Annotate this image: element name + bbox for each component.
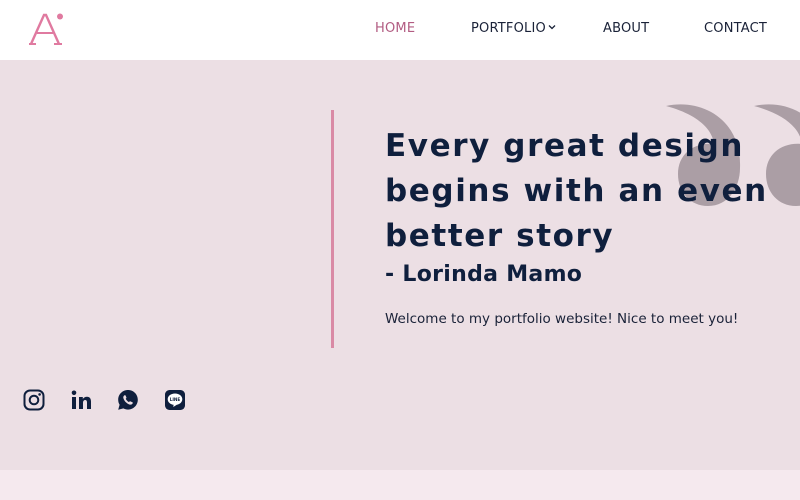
svg-text:LINE: LINE [170,397,181,402]
headline-line: begins with an even [385,173,768,209]
quote-author: - Lorinda Mamo [385,262,583,287]
line-icon[interactable]: LINE [163,388,187,412]
headline-line: Every great design [385,128,745,164]
whatsapp-icon[interactable] [116,388,140,412]
nav-home[interactable]: HOME [375,21,415,36]
nav-about[interactable]: ABOUT [603,21,649,36]
accent-divider [331,110,334,348]
main-nav: HOME PORTFOLIO ABOUT CONTACT [0,0,800,60]
linkedin-icon[interactable] [69,388,93,412]
instagram-icon[interactable] [22,388,46,412]
hero-section: Every great design begins with an even b… [0,60,800,470]
site-header: HOME PORTFOLIO ABOUT CONTACT [0,0,800,60]
chevron-down-icon [548,25,556,30]
next-section-edge [0,470,800,500]
nav-portfolio-label: PORTFOLIO [471,21,546,36]
nav-portfolio[interactable]: PORTFOLIO [471,21,556,36]
headline-line: better story [385,218,615,254]
hero-headline: Every great design begins with an even b… [385,124,785,259]
welcome-text: Welcome to my portfolio website! Nice to… [385,311,739,327]
nav-contact[interactable]: CONTACT [704,21,767,36]
